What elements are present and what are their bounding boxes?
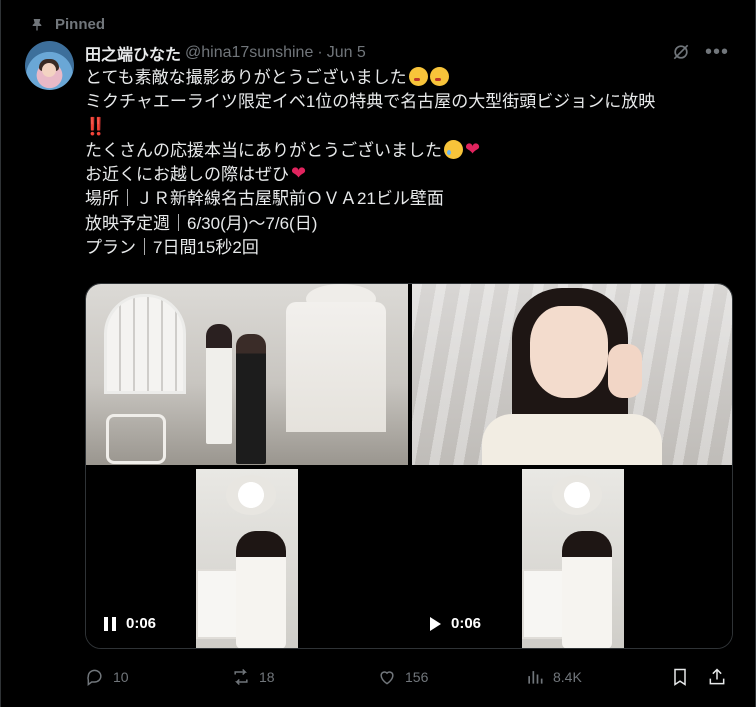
repost-icon	[234, 668, 248, 686]
bookmark-icon	[674, 668, 686, 686]
tweet-line: 場所｜ＪＲ新幹線名古屋駅前ＯＶＡ21ビル壁面	[85, 189, 444, 209]
media-grid: 0:06 0:06	[85, 283, 733, 649]
video-controls[interactable]: 0:06	[104, 615, 156, 632]
video-1[interactable]: 0:06	[86, 469, 408, 648]
double-exclamation-icon: ‼️	[85, 116, 107, 136]
repost-count: 18	[259, 669, 275, 685]
more-icon[interactable]: •••	[705, 42, 729, 62]
tweet-line: ミクチャエーライツ限定イベ1位の特典で名古屋の大型街頭ビジョンに放映	[85, 92, 656, 112]
tweet-line: たくさんの応援本当にありがとうございました	[85, 137, 735, 163]
reply-count: 10	[113, 669, 129, 685]
kissing-face-icon	[408, 67, 428, 86]
author-handle[interactable]: @hina17sunshine	[185, 44, 313, 62]
avatar[interactable]	[25, 41, 74, 90]
photo-1[interactable]	[86, 284, 408, 465]
reply-button[interactable]: 10	[85, 664, 129, 690]
share-button[interactable]	[707, 664, 727, 690]
pin-icon	[29, 16, 45, 32]
teary-face-icon	[444, 139, 463, 159]
video-controls[interactable]: 0:06	[430, 615, 481, 632]
pause-icon[interactable]	[104, 616, 116, 631]
heart-icon	[380, 671, 394, 685]
sparkling-heart-icon	[291, 161, 310, 185]
video-time: 0:06	[126, 615, 157, 632]
photo-2[interactable]	[412, 284, 732, 465]
tweet-line: ‼️	[85, 115, 735, 139]
views-button[interactable]: 8.4K	[525, 664, 582, 690]
video-time: 0:06	[451, 615, 482, 632]
play-icon[interactable]	[430, 616, 441, 631]
kissing-face-icon	[429, 67, 449, 86]
views-icon	[528, 671, 543, 684]
action-bar: 10 18 156 8.4K	[85, 664, 733, 690]
pinned-label: Pinned	[55, 15, 106, 33]
share-icon	[709, 668, 725, 685]
tweet-line: お近くにお越しの際はぜひ	[85, 161, 735, 187]
repost-button[interactable]: 18	[231, 664, 275, 690]
tweet-line: プラン｜7日間15秒2回	[85, 238, 259, 258]
views-count: 8.4K	[553, 669, 582, 685]
tweet-text: とても素敵な撮影ありがとうございました ミクチャエーライツ限定イベ1位の特典で名…	[85, 66, 735, 260]
like-button[interactable]: 156	[377, 664, 428, 690]
header-actions: •••	[671, 42, 729, 62]
author-name[interactable]: 田之端ひなた	[85, 41, 181, 65]
heart-emoji-icon	[465, 137, 484, 161]
reply-icon	[87, 669, 102, 686]
video-2[interactable]: 0:06	[412, 469, 732, 648]
like-count: 156	[405, 669, 429, 685]
tweet-card[interactable]: Pinned 田之端ひなた @hina17sunshine · Jun 5 ••…	[0, 0, 756, 707]
bookmark-button[interactable]	[670, 664, 690, 690]
tweet-line: 放映予定週｜6/30(月)〜7/6(日)	[85, 213, 318, 233]
tweet-line: とても素敵な撮影ありがとうございました	[85, 66, 735, 90]
tweet-header: 田之端ひなた @hina17sunshine · Jun 5	[85, 42, 366, 64]
separator-dot: ·	[317, 44, 323, 61]
grok-icon[interactable]	[671, 42, 691, 62]
tweet-date[interactable]: Jun 5	[327, 44, 366, 62]
pinned-indicator: Pinned	[32, 14, 106, 34]
